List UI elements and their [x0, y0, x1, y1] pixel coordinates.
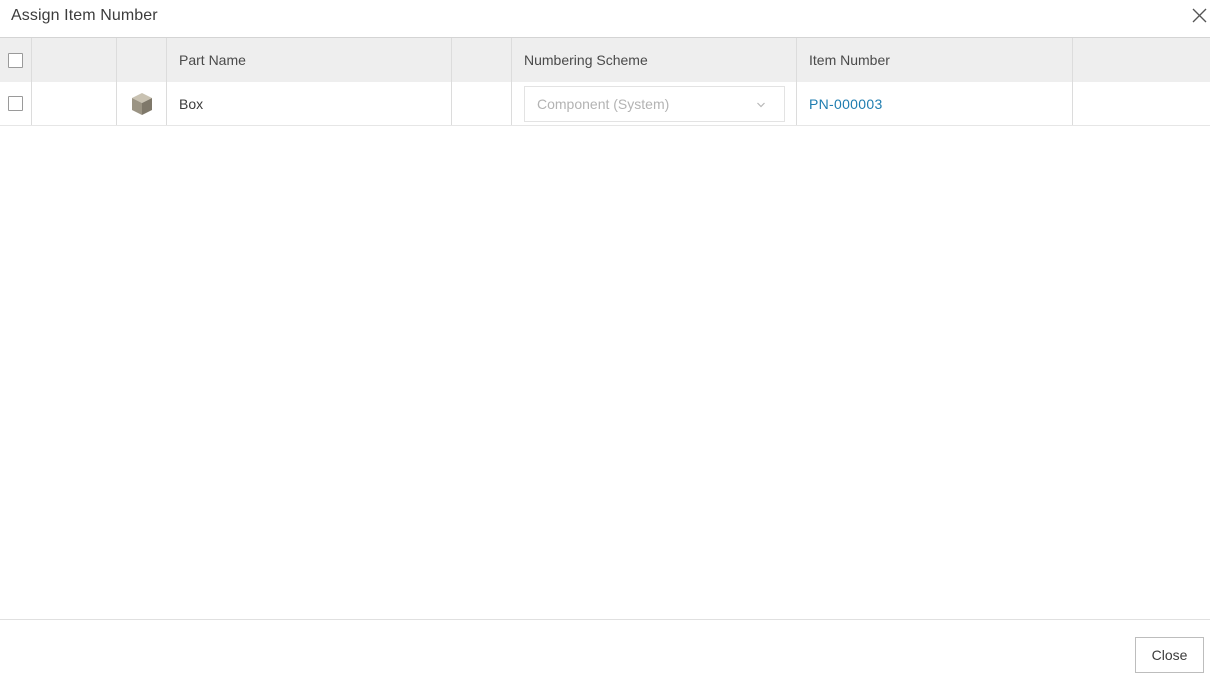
dialog-title: Assign Item Number [11, 7, 158, 24]
dialog-footer: Close [0, 619, 1210, 682]
part-cube-icon [131, 92, 152, 115]
numbering-scheme-select[interactable]: Component (System) [524, 85, 785, 122]
select-all-checkbox[interactable] [8, 52, 23, 68]
header-item-number[interactable]: Item Number [797, 38, 1073, 82]
part-name-cell: Box [167, 82, 452, 125]
header-cell-blank [32, 38, 117, 82]
dialog-titlebar: Assign Item Number [0, 0, 1210, 38]
close-button[interactable]: Close [1135, 637, 1204, 673]
grid-header-row: Part Name Numbering Scheme Item Number [0, 38, 1210, 82]
close-icon[interactable] [1188, 5, 1210, 27]
parts-grid: Part Name Numbering Scheme Item Number B… [0, 38, 1210, 126]
row-checkbox[interactable] [8, 96, 23, 111]
header-part-name[interactable]: Part Name [167, 38, 452, 82]
row-cell-blank [32, 82, 117, 125]
assign-item-number-dialog: Assign Item Number Part Name Numbering S… [0, 0, 1210, 682]
chevron-down-icon [757, 102, 765, 107]
header-numbering-scheme[interactable]: Numbering Scheme [512, 38, 797, 82]
numbering-scheme-value: Component (System) [537, 95, 670, 112]
item-number-link[interactable]: PN-000003 [809, 96, 883, 112]
row-cell-filler [1073, 82, 1210, 125]
header-cell-blank [452, 38, 512, 82]
header-cell-icon [117, 38, 167, 82]
header-cell-filler [1073, 38, 1210, 82]
row-cell-blank [452, 82, 512, 125]
row-select-cell [0, 82, 32, 125]
item-number-cell: PN-000003 [797, 82, 1073, 125]
table-row: Box Component (System) PN-000003 [0, 82, 1210, 126]
numbering-scheme-cell: Component (System) [512, 82, 797, 125]
row-icon-cell [117, 82, 167, 125]
header-select-cell [0, 38, 32, 82]
